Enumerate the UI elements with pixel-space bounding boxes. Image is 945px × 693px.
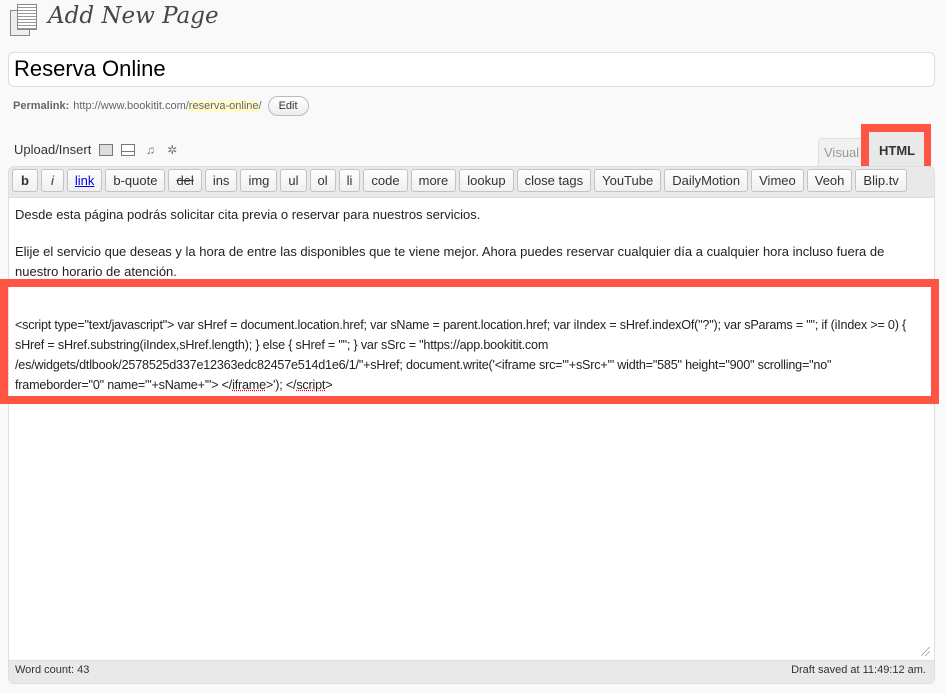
veoh-button[interactable]: Veoh (806, 169, 853, 192)
resize-handle[interactable] (921, 647, 930, 656)
permalink-slug[interactable]: reserva-online (188, 100, 259, 112)
highlight-embed-code (0, 279, 939, 404)
permalink-label: Permalink: (13, 100, 70, 112)
upload-insert: Upload/Insert ♫ ✲ (14, 142, 179, 157)
img-button[interactable]: img (240, 169, 278, 192)
editor: b i link b-quote del ins img ul ol li co… (8, 166, 935, 684)
ins-button[interactable]: ins (204, 169, 238, 192)
tab-visual[interactable]: Visual (818, 138, 863, 166)
permalink-base: http://www.bookitit.com/ (73, 100, 189, 112)
close-tags-button[interactable]: close tags (516, 169, 592, 192)
draft-status: Draft saved at 11:49:12 am. (791, 664, 926, 676)
add-video-icon[interactable] (121, 143, 136, 156)
bold-button[interactable]: b (12, 169, 38, 192)
post-title-input[interactable]: Reserva Online (8, 52, 935, 87)
permalink: Permalink: http://www.bookitit.com/reser… (13, 96, 309, 116)
link-button[interactable]: link (66, 169, 103, 192)
upload-insert-label: Upload/Insert (14, 142, 92, 157)
ul-button[interactable]: ul (280, 169, 307, 192)
youtube-button[interactable]: YouTube (594, 169, 662, 192)
edit-permalink-button[interactable]: Edit (267, 96, 309, 116)
quicktags-toolbar: b i link b-quote del ins img ul ol li co… (12, 169, 907, 192)
bliptv-button[interactable]: Blip.tv (855, 169, 907, 192)
add-image-icon[interactable] (99, 143, 114, 156)
li-button[interactable]: li (338, 169, 361, 192)
lookup-button[interactable]: lookup (459, 169, 514, 192)
pages-icon (10, 4, 40, 36)
tab-html[interactable]: HTML (869, 132, 924, 166)
word-count: Word count: 43 (15, 664, 90, 676)
editor-status-bar: Word count: 43 Draft saved at 11:49:12 a… (15, 664, 926, 676)
italic-button[interactable]: i (40, 169, 64, 192)
add-audio-icon[interactable]: ♫ (143, 144, 157, 156)
content-textarea[interactable]: Desde esta página podrás solicitar cita … (9, 197, 934, 661)
code-button[interactable]: code (363, 169, 408, 192)
blockquote-button[interactable]: b-quote (105, 169, 166, 192)
content-paragraph-1: Desde esta página podrás solicitar cita … (15, 207, 481, 222)
content-paragraph-2: Elije el servicio que deseas y la hora d… (15, 244, 885, 279)
vimeo-button[interactable]: Vimeo (751, 169, 804, 192)
del-button[interactable]: del (168, 169, 202, 192)
add-media-icon[interactable]: ✲ (165, 144, 179, 156)
permalink-trail: / (258, 100, 262, 112)
more-button[interactable]: more (410, 169, 457, 192)
page-title: Add New Page (48, 3, 219, 29)
ol-button[interactable]: ol (309, 169, 336, 192)
dailymotion-button[interactable]: DailyMotion (664, 169, 749, 192)
